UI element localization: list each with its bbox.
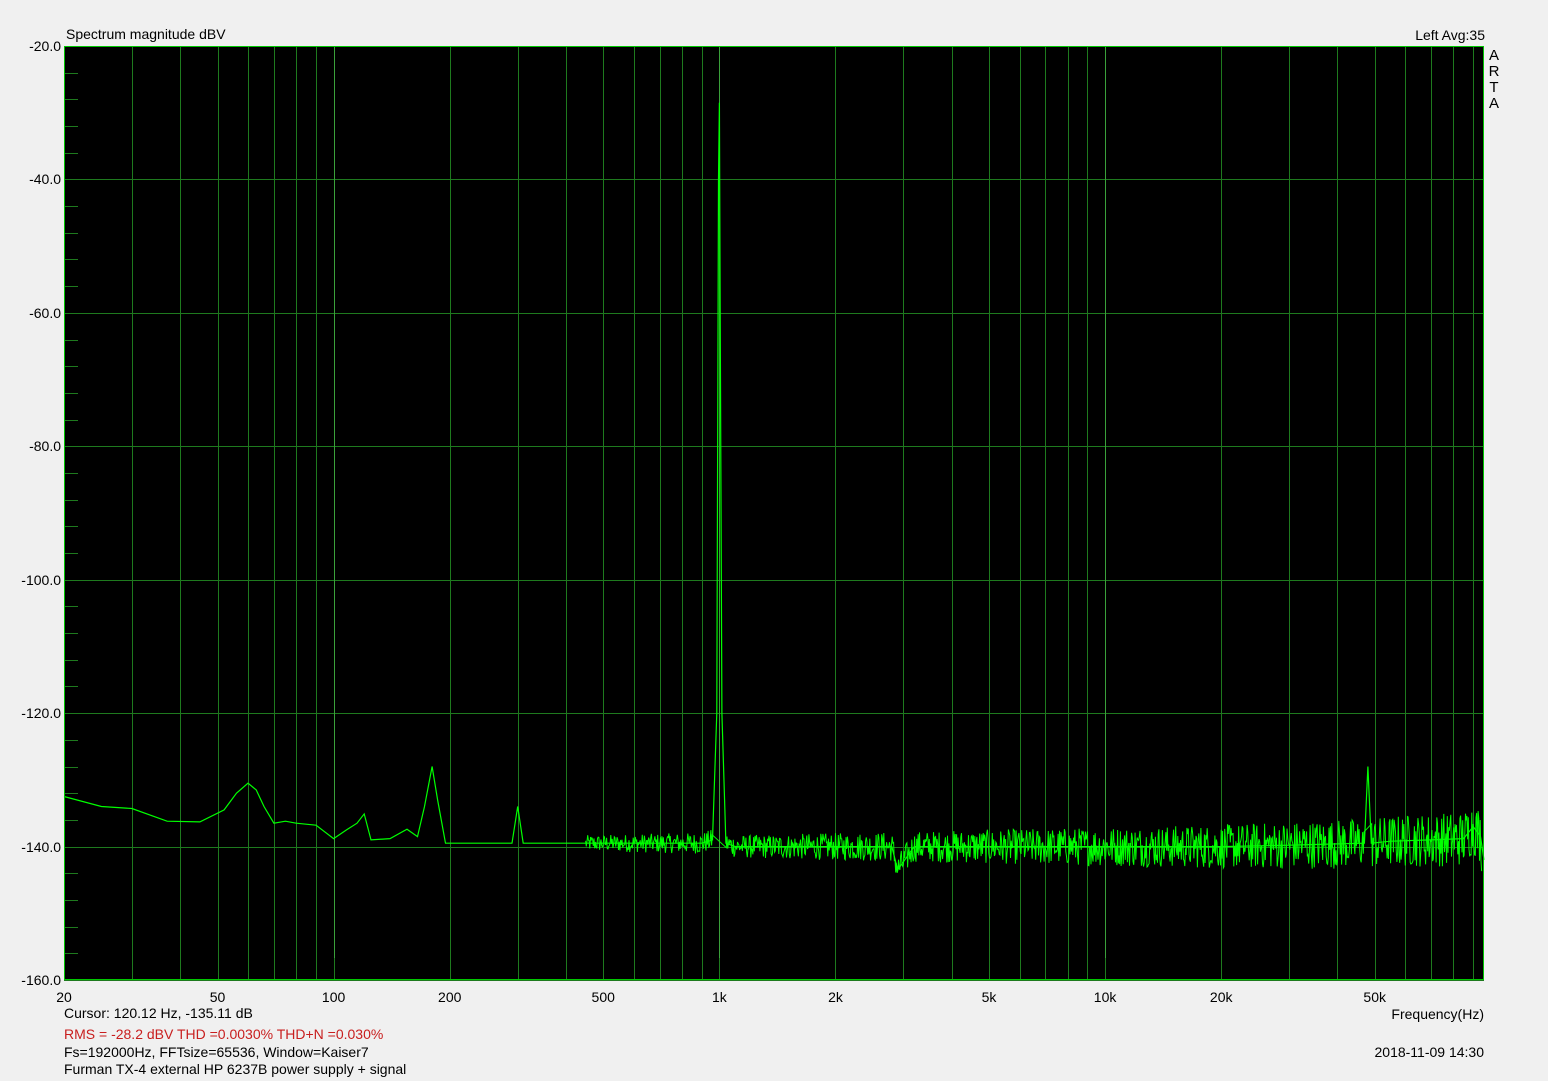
y-tick-label: -140.0: [21, 838, 61, 855]
x-tick-label: 50k: [1363, 989, 1386, 1005]
arta-brand: A R T A: [1487, 48, 1501, 112]
brand-letter: R: [1488, 63, 1500, 80]
x-tick-label: 500: [591, 989, 615, 1005]
y-tick-label: -20.0: [29, 38, 61, 54]
fft-settings: Fs=192000Hz, FFTsize=65536, Window=Kaise…: [64, 1044, 369, 1060]
chart-title: Spectrum magnitude dBV: [66, 26, 226, 42]
cursor-readout: Cursor: 120.12 Hz, -135.11 dB: [64, 1005, 253, 1021]
brand-letter: A: [1488, 95, 1499, 112]
x-tick-label: 5k: [981, 989, 997, 1005]
y-tick-label: -160.0: [21, 972, 61, 988]
measurement-readout: RMS = -28.2 dBV THD =0.0030% THD+N =0.03…: [64, 1026, 384, 1042]
y-tick-label: -80.0: [29, 438, 61, 455]
y-tick-label: -60.0: [29, 304, 61, 321]
x-tick-label: 1k: [711, 989, 727, 1005]
y-tick-label: -40.0: [29, 171, 61, 188]
channel-avg-label: Left Avg:35: [1415, 27, 1485, 43]
brand-letter: T: [1489, 79, 1499, 96]
x-tick-label: 50: [209, 989, 226, 1005]
y-tick-label: -100.0: [21, 571, 61, 588]
x-axis-title: Frequency(Hz): [1391, 1006, 1484, 1022]
brand-letter: A: [1488, 47, 1499, 64]
spectrum-plot[interactable]: [0, 0, 1548, 1081]
x-tick-label: 200: [438, 989, 462, 1005]
timestamp: 2018-11-09 14:30: [1374, 1044, 1485, 1060]
x-tick-label: 2k: [828, 989, 843, 1005]
x-tick-label: 20: [56, 989, 72, 1005]
y-tick-label: -120.0: [21, 705, 61, 722]
x-tick-label: 100: [321, 989, 346, 1005]
x-tick-label: 10k: [1093, 989, 1117, 1005]
x-tick-label: 20k: [1209, 989, 1233, 1005]
measurement-description: Furman TX-4 external HP 6237B power supp…: [64, 1061, 407, 1077]
